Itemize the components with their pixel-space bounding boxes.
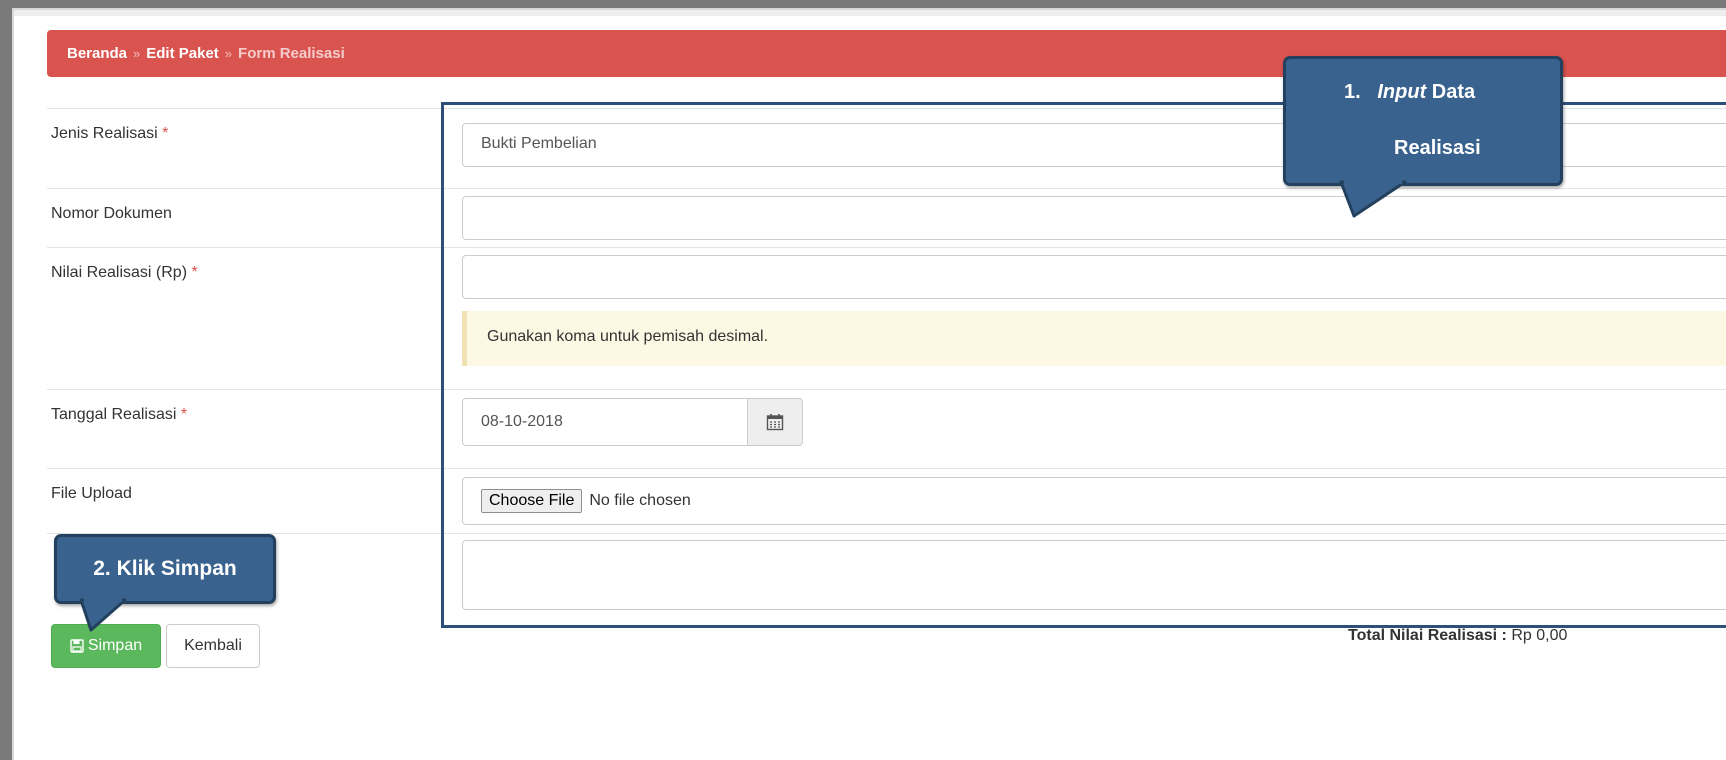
breadcrumb-separator: »	[133, 46, 141, 61]
required-mark: *	[162, 125, 169, 142]
top-strip	[14, 10, 1726, 16]
breadcrumb-separator: »	[224, 46, 233, 61]
back-button[interactable]: Kembali	[166, 624, 260, 668]
breadcrumb-edit-paket[interactable]: Edit Paket	[146, 45, 219, 62]
required-mark: *	[180, 406, 188, 423]
row-file-upload: File Upload Choose File No file chosen	[47, 468, 1726, 533]
save-button-label: Simpan	[87, 637, 143, 654]
total-nilai-realisasi: Total Nilai Realisasi : Rp 0,00	[1348, 627, 1567, 645]
label-nomor-dokumen: Nomor Dokumen	[51, 205, 172, 222]
breadcrumb-form-realisasi: Form Realisasi	[238, 45, 345, 62]
label-file-upload: File Upload	[51, 485, 132, 502]
row-nilai-realisasi: Nilai Realisasi (Rp) * Gunakan koma untu…	[47, 247, 1726, 389]
choose-file-button[interactable]: Choose File	[481, 489, 583, 513]
file-status-text: No file chosen	[589, 492, 691, 509]
label-nilai-realisasi: Nilai Realisasi (Rp) *	[51, 264, 198, 281]
callout-step-2-pointer	[79, 598, 127, 632]
page: Beranda » Edit Paket » Form Realisasi Je…	[12, 8, 1726, 760]
callout-step-1: 1. Input Data Realisasi	[1283, 56, 1563, 186]
callout-step-2: 2. Klik Simpan	[54, 534, 276, 604]
calendar-icon	[766, 414, 784, 431]
row-keterangan	[47, 533, 1726, 617]
tanggal-realisasi-input[interactable]: 08-10-2018	[462, 398, 747, 446]
breadcrumb-beranda[interactable]: Beranda	[67, 45, 127, 62]
row-tanggal-realisasi: Tanggal Realisasi * 08-10-2018	[47, 389, 1726, 468]
nomor-dokumen-input[interactable]	[462, 196, 1726, 240]
required-mark: *	[191, 264, 198, 281]
decimal-help-text: Gunakan koma untuk pemisah desimal.	[462, 311, 1726, 366]
floppy-disk-icon	[70, 639, 84, 653]
total-value: Rp 0,00	[1511, 627, 1568, 644]
label-jenis-realisasi: Jenis Realisasi *	[51, 125, 169, 142]
keterangan-textarea[interactable]	[462, 540, 1726, 610]
row-nomor-dokumen: Nomor Dokumen	[47, 188, 1726, 247]
total-label: Total Nilai Realisasi :	[1348, 627, 1507, 644]
calendar-button[interactable]	[747, 398, 803, 446]
label-tanggal-realisasi: Tanggal Realisasi *	[51, 406, 188, 423]
file-upload-field: Choose File No file chosen	[462, 477, 1726, 525]
nilai-realisasi-input[interactable]	[462, 255, 1726, 299]
callout-step-1-pointer	[1339, 180, 1407, 218]
